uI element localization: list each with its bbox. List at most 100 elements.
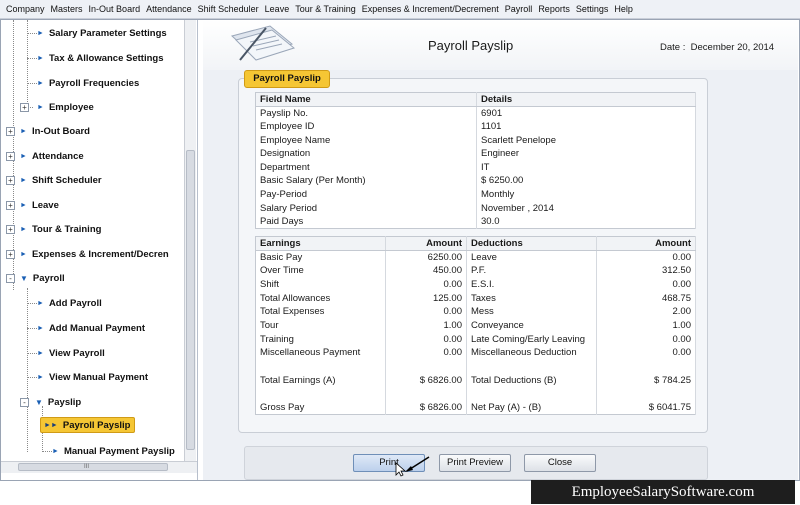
table-row: Basic Salary (Per Month) $ 6250.00 — [255, 174, 696, 188]
table-row: Over Time 450.00 P.F. 312.50 — [255, 263, 696, 278]
sidebar-item-payroll-payslip[interactable]: ►► Payroll Payslip — [40, 417, 136, 433]
sidebar-item-label: Salary Parameter Settings — [48, 27, 167, 39]
expand-plus-icon[interactable]: + — [6, 250, 15, 259]
sidebar-item-shift-scheduler[interactable]: ► Shift Scheduler — [20, 172, 102, 188]
deduction-name-cell: Leave — [466, 250, 597, 264]
sidebar-item-expenses[interactable]: ► Expenses & Increment/Decren — [20, 246, 169, 262]
menu-expenses[interactable]: Expenses & Increment/Decrement — [359, 4, 502, 14]
sidebar-item-salary-parameter-settings[interactable]: ► Salary Parameter Settings — [37, 25, 167, 41]
sidebar-item-in-out-board[interactable]: ► In-Out Board — [20, 123, 90, 139]
close-button[interactable]: Close — [524, 454, 596, 472]
table-row: Total Expenses 0.00 Mess 2.00 — [255, 304, 696, 319]
expand-plus-icon[interactable]: + — [6, 176, 15, 185]
table-row: Department IT — [255, 160, 696, 175]
sidebar-item-label: Payroll Payslip — [62, 419, 131, 431]
expand-plus-icon[interactable]: + — [20, 103, 29, 112]
sidebar-item-leave[interactable]: ► Leave — [20, 197, 59, 213]
deduction-name-cell: E.S.I. — [466, 277, 597, 292]
sidebar-item-tax-allowance-settings[interactable]: ► Tax & Allowance Settings — [37, 50, 164, 66]
sidebar-item-label: Add Payroll — [48, 297, 102, 309]
menu-payroll[interactable]: Payroll — [502, 4, 536, 14]
sidebar-item-manual-payment-payslip[interactable]: ► Manual Payment Payslip — [52, 443, 175, 459]
field-name-cell: Basic Salary (Per Month) — [255, 174, 477, 188]
deduction-amount-cell: 312.50 — [596, 263, 696, 278]
menu-leave[interactable]: Leave — [262, 4, 293, 14]
menu-company[interactable]: Company — [3, 4, 48, 14]
sidebar-item-add-manual-payment[interactable]: ► Add Manual Payment — [37, 320, 145, 336]
collapse-minus-icon[interactable]: - — [20, 398, 29, 407]
collapse-minus-icon[interactable]: - — [6, 274, 15, 283]
net-pay-value: $ 6041.75 — [596, 400, 696, 415]
deduction-name-cell: Late Coming/Early Leaving — [466, 332, 597, 346]
earning-amount-cell: 125.00 — [385, 291, 467, 305]
menu-settings[interactable]: Settings — [573, 4, 612, 14]
sidebar-item-payroll[interactable]: ▼ Payroll — [20, 270, 65, 286]
caret-right-icon: ► — [20, 225, 27, 233]
menu-attendance[interactable]: Attendance — [143, 4, 195, 14]
caret-right-icon: ► — [20, 201, 27, 209]
sidebar-item-add-payroll[interactable]: ► Add Payroll — [37, 295, 102, 311]
deduction-name-cell: Mess — [466, 304, 597, 319]
sidebar-item-payroll-frequencies[interactable]: ► Payroll Frequencies — [37, 75, 139, 91]
field-name-cell: Designation — [255, 146, 477, 161]
spacer-row — [255, 387, 696, 401]
sidebar-item-label: Tour & Training — [31, 223, 102, 235]
earning-name-cell: Over Time — [255, 263, 386, 278]
gross-pay-value: $ 6826.00 — [385, 400, 467, 415]
earning-name-cell: Miscellaneous Payment — [255, 346, 386, 360]
sidebar-scroll-thumb[interactable] — [186, 150, 195, 450]
sidebar-item-label: Payroll Frequencies — [48, 77, 140, 89]
total-deductions-label: Total Deductions (B) — [466, 373, 597, 388]
earning-amount-cell: 450.00 — [385, 263, 467, 278]
print-preview-button[interactable]: Print Preview — [439, 454, 511, 472]
deduction-name-cell: Miscellaneous Deduction — [466, 346, 597, 360]
sidebar-item-view-manual-payment[interactable]: ► View Manual Payment — [37, 369, 148, 385]
caret-right-icon: ► — [52, 447, 59, 455]
earning-amount-cell: 0.00 — [385, 332, 467, 346]
caret-right-icon: ► — [37, 29, 44, 37]
date-prefix: Date : — [660, 42, 686, 53]
tree-connector — [27, 353, 37, 354]
menu-bar: Company Masters In-Out Board Attendance … — [0, 0, 800, 19]
table-row: Miscellaneous Payment 0.00 Miscellaneous D… — [255, 346, 696, 360]
table-row: Shift 0.00 E.S.I. 0.00 — [255, 277, 696, 292]
sidebar-item-label: Employee — [48, 101, 94, 113]
caret-right-icon: ► — [37, 79, 44, 87]
menu-in-out-board[interactable]: In-Out Board — [86, 4, 144, 14]
column-header: Amount — [596, 236, 696, 251]
menu-tour-training[interactable]: Tour & Training — [292, 4, 359, 14]
mouse-cursor-icon — [395, 456, 430, 477]
field-value-cell: Engineer — [476, 146, 696, 161]
deduction-amount-cell: 0.00 — [596, 250, 696, 264]
expand-plus-icon[interactable]: + — [6, 127, 15, 136]
table-row: Training 0.00 Late Coming/Early Leaving 0.0… — [255, 332, 696, 346]
menu-masters[interactable]: Masters — [48, 4, 86, 14]
earning-amount-cell: 0.00 — [385, 304, 467, 319]
column-header: Deductions — [466, 236, 597, 251]
earning-name-cell: Shift — [255, 277, 386, 292]
sidebar-item-label: View Manual Payment — [48, 371, 149, 383]
payslip-documents-icon — [230, 25, 296, 61]
expand-plus-icon[interactable]: + — [6, 152, 15, 161]
field-name-cell: Department — [255, 160, 477, 175]
sidebar-item-attendance[interactable]: ► Attendance — [20, 148, 84, 164]
menu-reports[interactable]: Reports — [535, 4, 573, 14]
sidebar-item-tour-training[interactable]: ► Tour & Training — [20, 221, 101, 237]
sidebar-hscroll-thumb[interactable] — [18, 463, 168, 471]
sidebar-item-employee[interactable]: ► Employee — [37, 99, 94, 115]
table-row: Employee Name Scarlett Penelope — [255, 133, 696, 147]
sidebar-item-label: Payroll — [32, 272, 65, 284]
field-value-cell: November , 2014 — [476, 201, 696, 215]
field-name-cell: Pay-Period — [255, 187, 477, 202]
date-value: December 20, 2014 — [690, 42, 775, 53]
tree-connector — [27, 83, 37, 84]
page-title: Payroll Payslip — [428, 38, 514, 53]
menu-help[interactable]: Help — [611, 4, 636, 14]
field-value-cell: 6901 — [476, 106, 696, 120]
expand-plus-icon[interactable]: + — [6, 201, 15, 210]
sidebar-item-payslip[interactable]: ▼ Payslip — [35, 394, 81, 410]
earning-amount-cell: 0.00 — [385, 277, 467, 292]
sidebar-item-view-payroll[interactable]: ► View Payroll — [37, 345, 105, 361]
menu-shift-scheduler[interactable]: Shift Scheduler — [195, 4, 262, 14]
expand-plus-icon[interactable]: + — [6, 225, 15, 234]
